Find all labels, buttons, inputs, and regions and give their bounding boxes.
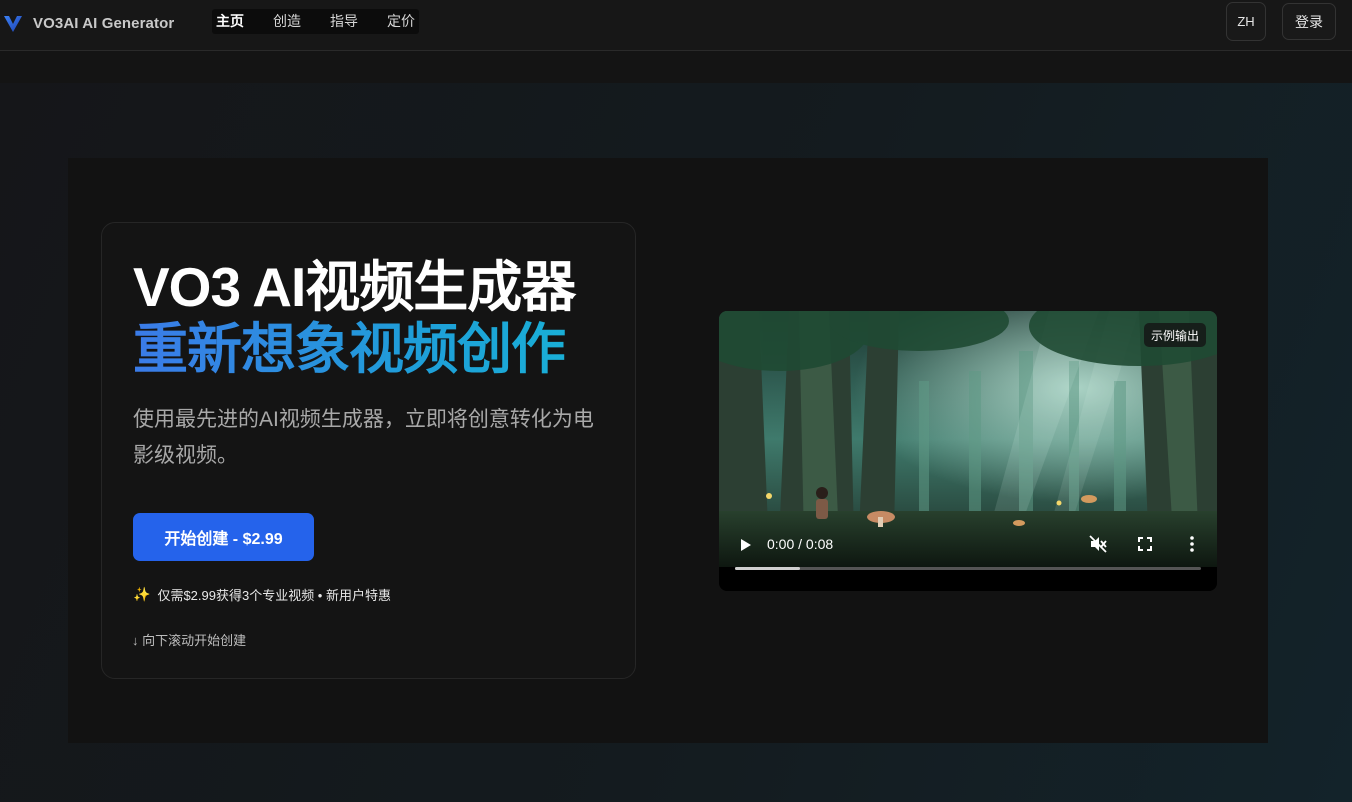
brand-logo[interactable]: VO3AI AI Generator [3, 12, 174, 34]
nav-item-home[interactable]: 主页 [214, 9, 257, 34]
top-navbar: VO3AI AI Generator 主页 创造 指导 定价 ZH 登录 [0, 0, 1352, 51]
sparkle-icon: ✨ [133, 585, 151, 602]
main-nav: 主页 创造 指导 定价 [212, 9, 419, 34]
sample-output-badge: 示例输出 [1143, 323, 1206, 347]
v-logo-icon [3, 13, 23, 33]
nav-item-pricing[interactable]: 定价 [385, 9, 417, 34]
play-icon[interactable] [737, 537, 753, 553]
start-create-button[interactable]: 开始创建 - $2.99 [133, 513, 314, 561]
sample-video-player[interactable]: 示例输出 0:00 / 0:08 [719, 311, 1217, 591]
video-progress-bar[interactable] [735, 567, 1201, 570]
hero-subtitle: 使用最先进的AI视频生成器，立即将创意转化为电影级视频。 [133, 408, 594, 467]
video-controls: 0:00 / 0:08 [719, 529, 1217, 569]
promo-note: ✨ 仅需$2.99获得3个专业视频 • 新用户特惠 [133, 585, 391, 603]
video-time: 0:00 / 0:08 [767, 536, 834, 552]
language-button[interactable]: ZH [1226, 2, 1266, 41]
login-button[interactable]: 登录 [1282, 3, 1336, 40]
video-progress-fill [735, 567, 801, 570]
muted-icon[interactable] [1088, 534, 1108, 554]
more-vertical-icon[interactable] [1186, 535, 1198, 553]
brand-name: VO3AI AI Generator [33, 14, 175, 32]
hero-title-highlight: 重新想象视频创作 [133, 318, 613, 380]
nav-item-guide[interactable]: 指导 [328, 9, 371, 34]
promo-text: 仅需$2.99获得3个专业视频 • 新用户特惠 [157, 587, 391, 603]
scroll-hint: ↓ 向下滚动开始创建 [132, 632, 247, 648]
hero-title: VO3 AI视频生成器 [133, 256, 576, 318]
fullscreen-icon[interactable] [1137, 536, 1153, 552]
nav-item-create[interactable]: 创造 [271, 9, 314, 34]
